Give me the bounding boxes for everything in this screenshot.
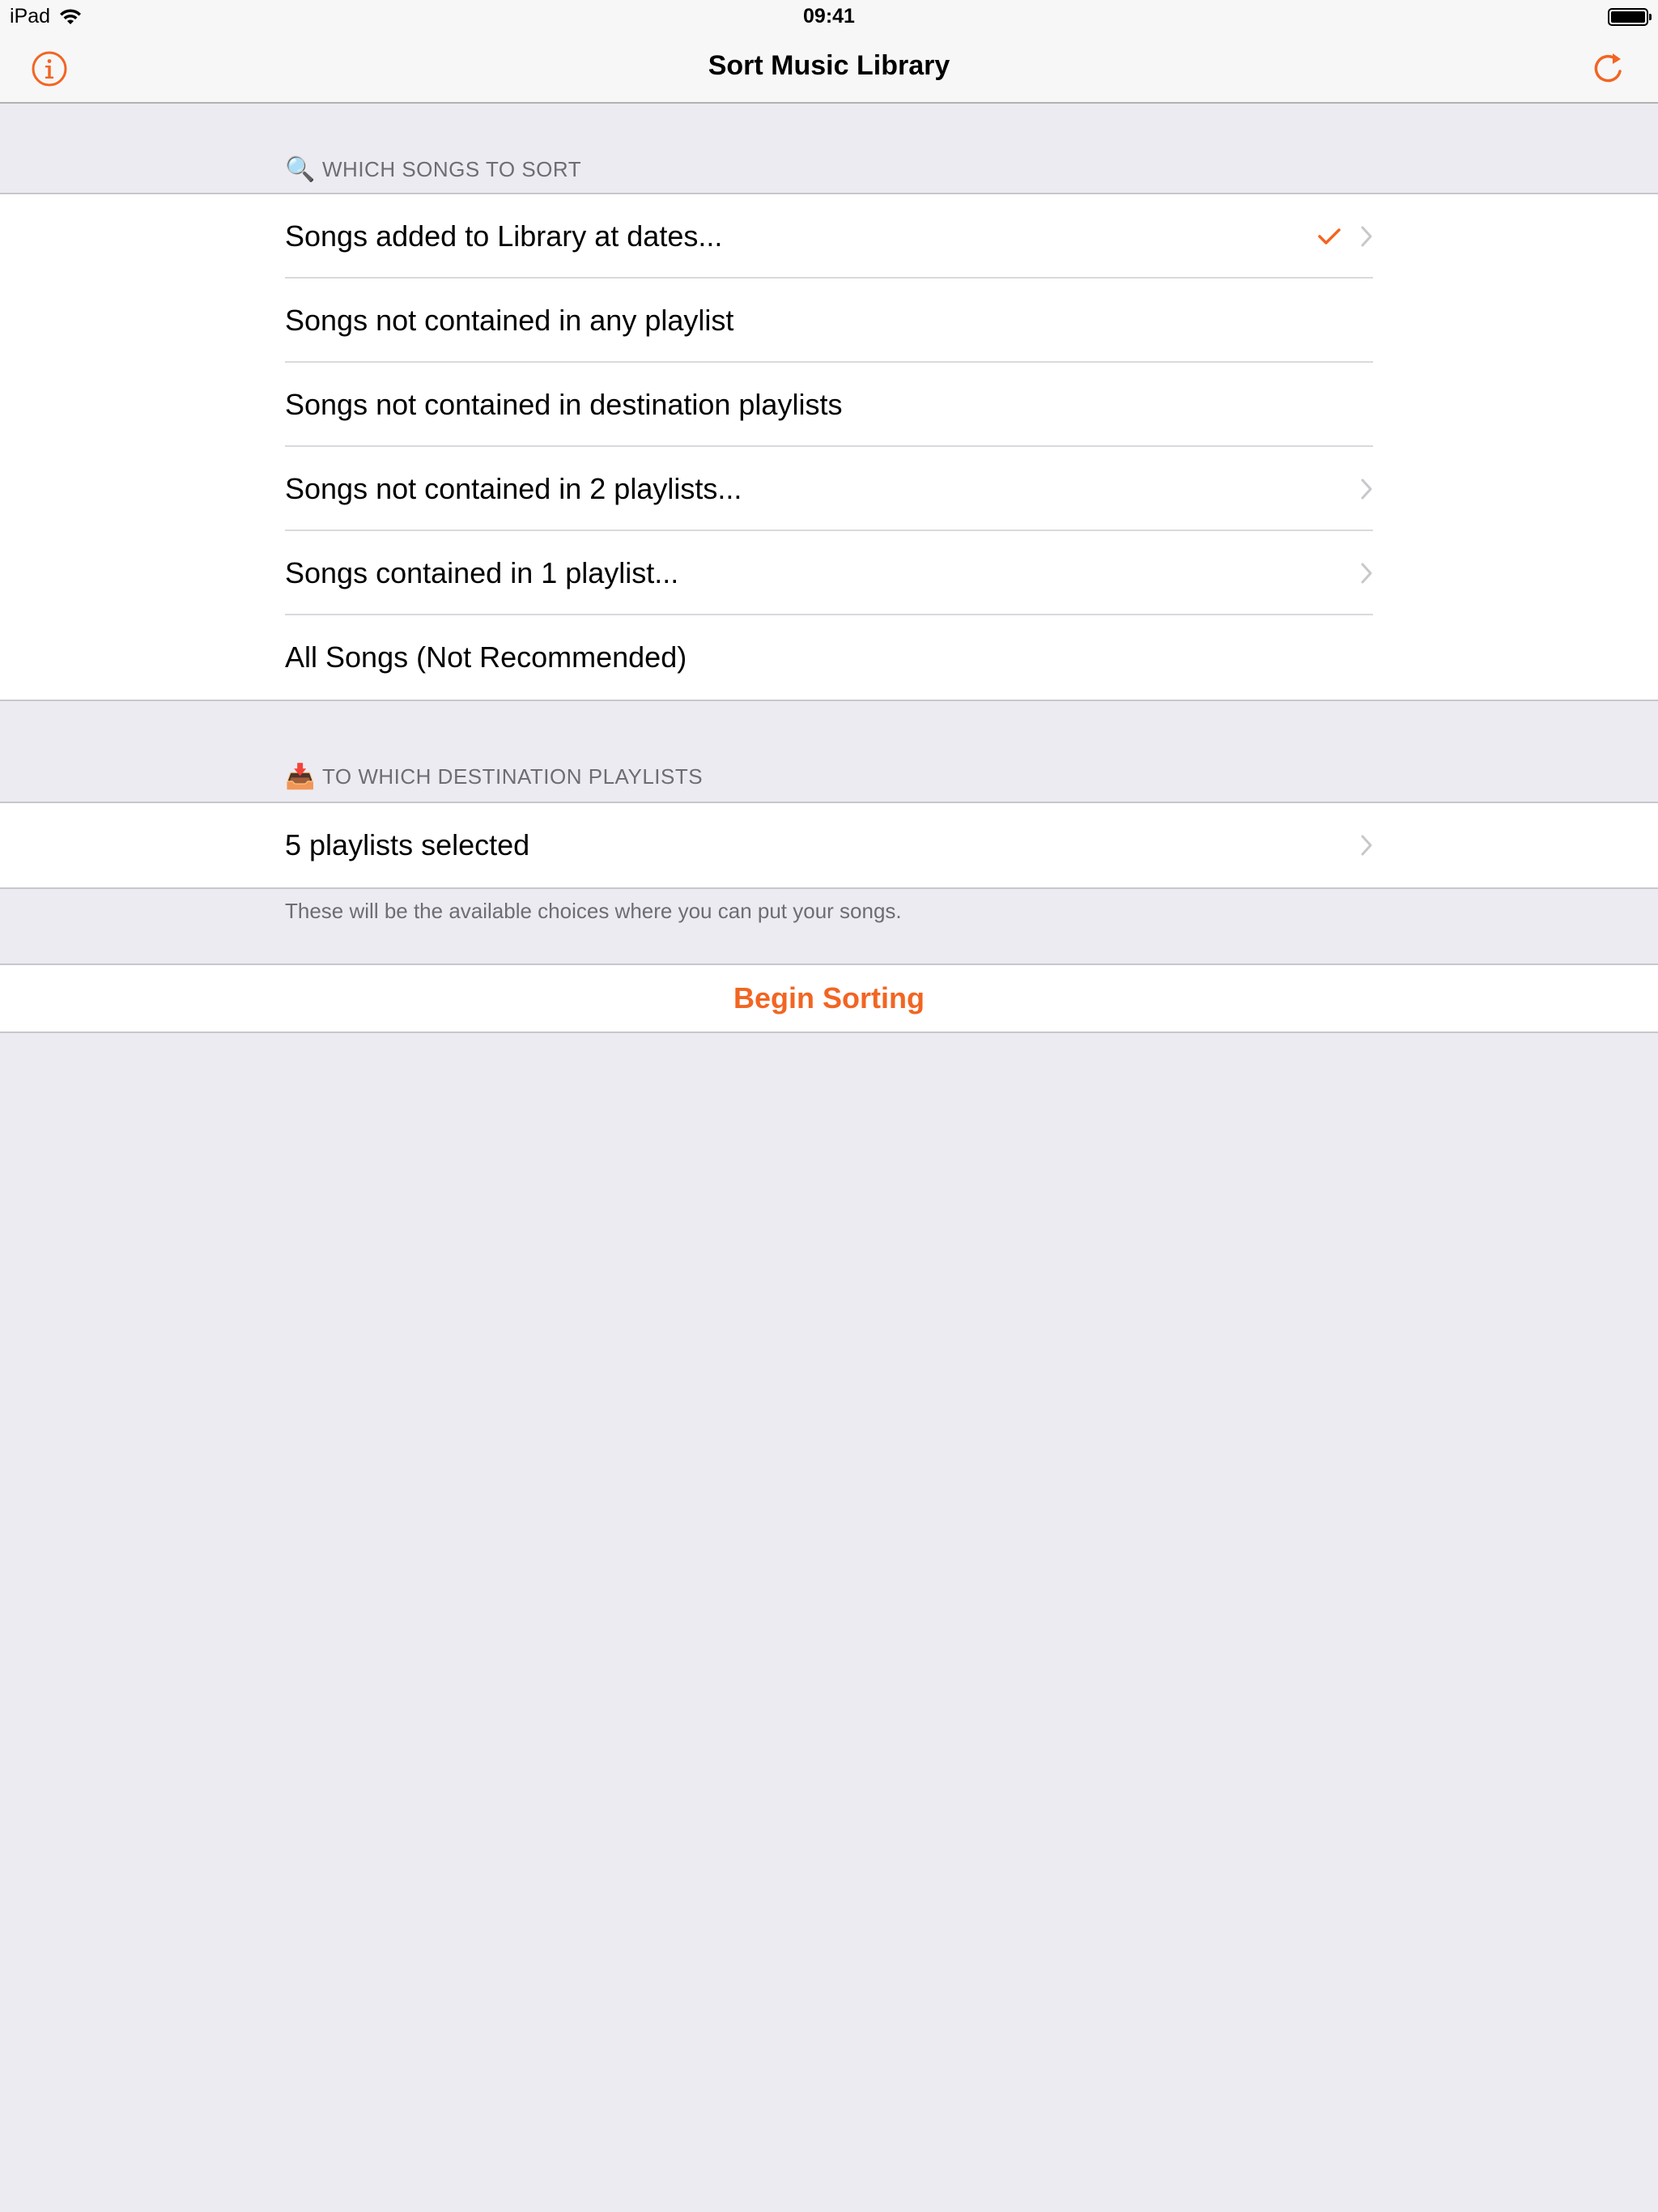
option-label: Songs added to Library at dates...	[285, 219, 723, 253]
option-not-in-destination-playlists[interactable]: Songs not contained in destination playl…	[0, 363, 1658, 447]
search-icon: 🔍	[285, 156, 316, 183]
playlists-selected-label: 5 playlists selected	[285, 828, 530, 861]
navigation-bar: iPad 09:41 Sort Music Library	[0, 0, 1658, 104]
destination-footer-note: These will be the available choices wher…	[285, 899, 902, 923]
destination-list: 5 playlists selected	[0, 802, 1658, 889]
option-label: Songs not contained in 2 playlists...	[285, 472, 742, 505]
chevron-right-icon	[1349, 194, 1373, 279]
which-songs-list: Songs added to Library at dates... Songs…	[0, 193, 1658, 701]
destination-header-label: TO WHICH DESTINATION PLAYLISTS	[322, 764, 704, 789]
chevron-right-icon	[1349, 447, 1373, 531]
option-not-in-2-playlists[interactable]: Songs not contained in 2 playlists...	[0, 447, 1658, 531]
option-label: Songs not contained in any playlist	[285, 304, 734, 337]
chevron-right-icon	[1349, 531, 1373, 615]
which-songs-header-label: WHICH SONGS TO SORT	[322, 157, 582, 181]
checkmark-icon	[1318, 194, 1341, 279]
option-all-songs[interactable]: All Songs (Not Recommended)	[0, 615, 1658, 700]
option-label: Songs not contained in destination playl…	[285, 388, 843, 421]
option-label: All Songs (Not Recommended)	[285, 640, 687, 674]
inbox-tray-icon: 📥	[285, 764, 316, 790]
refresh-icon	[1594, 53, 1622, 83]
status-time: 09:41	[803, 5, 855, 28]
page-title: Sort Music Library	[708, 50, 950, 81]
chevron-right-icon	[1349, 803, 1373, 887]
destination-header: 📥 TO WHICH DESTINATION PLAYLISTS	[285, 763, 703, 791]
refresh-button[interactable]	[1588, 49, 1629, 89]
option-contained-in-1-playlist[interactable]: Songs contained in 1 playlist...	[0, 531, 1658, 615]
option-not-in-any-playlist[interactable]: Songs not contained in any playlist	[0, 279, 1658, 363]
playlists-selected-row[interactable]: 5 playlists selected	[0, 803, 1658, 887]
option-added-at-dates[interactable]: Songs added to Library at dates...	[0, 194, 1658, 279]
begin-sorting-button[interactable]: Begin Sorting	[0, 963, 1658, 1033]
which-songs-header: 🔍 WHICH SONGS TO SORT	[285, 155, 581, 184]
option-label: Songs contained in 1 playlist...	[285, 556, 679, 589]
begin-sorting-label: Begin Sorting	[733, 981, 925, 1015]
battery-icon	[1608, 8, 1652, 26]
